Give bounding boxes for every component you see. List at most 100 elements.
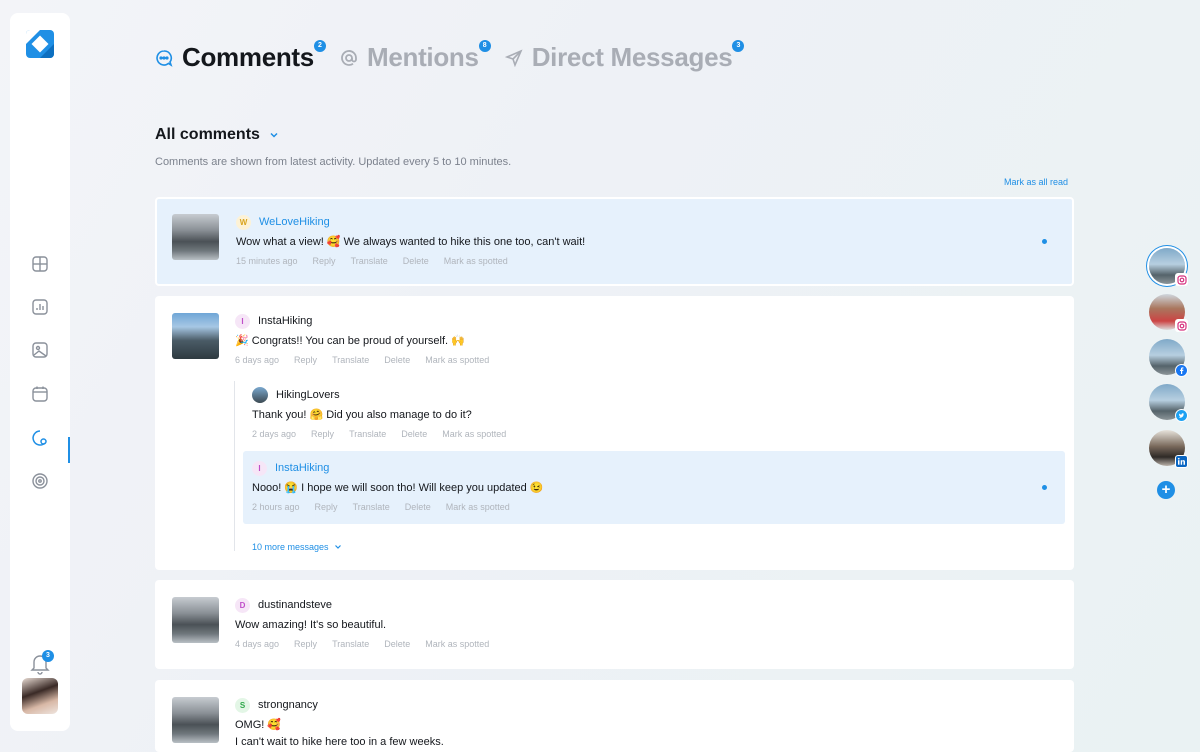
tab-label: Mentions xyxy=(366,42,479,72)
translate-button[interactable]: Translate xyxy=(349,429,386,439)
reply-button[interactable]: Reply xyxy=(294,355,317,365)
dashboard-icon[interactable] xyxy=(30,254,50,274)
reply-button[interactable]: Reply xyxy=(311,429,334,439)
comment-filter-dropdown[interactable]: All comments xyxy=(155,126,279,144)
thread-line xyxy=(234,381,235,551)
account-instagram-2[interactable] xyxy=(1149,294,1188,332)
send-icon xyxy=(504,48,523,67)
chevron-down-icon xyxy=(270,132,278,138)
author-initial: I xyxy=(252,460,267,476)
comment-card[interactable]: W WeLoveHiking Wow what a view! 🥰 We alw… xyxy=(155,197,1074,286)
notification-badge: 3 xyxy=(42,650,54,662)
comment-time: 4 days ago xyxy=(235,639,280,649)
comment: W WeLoveHiking Wow what a view! 🥰 We alw… xyxy=(236,214,585,266)
comment-card[interactable]: S strongnancy OMG! 🥰 I can't wait to hik… xyxy=(155,680,1074,752)
twitter-icon xyxy=(1175,409,1188,422)
sidebar: 3 xyxy=(10,13,70,731)
app-logo[interactable] xyxy=(26,30,54,58)
account-instagram-1[interactable] xyxy=(1149,248,1188,286)
facebook-icon xyxy=(1175,364,1188,377)
tab-badge: 3 xyxy=(732,40,745,52)
reply-author[interactable]: InstaHiking xyxy=(275,462,329,474)
chevron-down-icon xyxy=(334,545,341,549)
comment-text: Wow amazing! It's so beautiful. xyxy=(235,619,387,631)
mark-spotted-button[interactable]: Mark as spotted xyxy=(444,256,508,266)
mark-spotted-button[interactable]: Mark as spotted xyxy=(425,355,489,365)
at-icon xyxy=(340,49,358,67)
comment-author[interactable]: InstaHiking xyxy=(258,315,312,327)
linkedin-icon xyxy=(1175,455,1188,468)
delete-button[interactable]: Delete xyxy=(405,502,431,512)
add-account-button[interactable]: + xyxy=(1157,481,1175,499)
tab-label: Comments xyxy=(182,42,314,72)
user-avatar[interactable] xyxy=(22,678,58,714)
mark-all-read-link[interactable]: Mark as all read xyxy=(1004,177,1068,187)
translate-button[interactable]: Translate xyxy=(353,502,390,512)
filter-label: All comments xyxy=(155,126,260,143)
comment-card[interactable]: I InstaHiking 🎉 Congrats!! You can be pr… xyxy=(155,296,1074,570)
tab-label: Direct Messages xyxy=(531,42,733,72)
comment: I InstaHiking 🎉 Congrats!! You can be pr… xyxy=(235,313,504,365)
comment-time: 15 minutes ago xyxy=(236,256,298,266)
post-thumbnail[interactable] xyxy=(172,597,219,643)
reply-text: Nooo! 😭 I hope we will soon tho! Will ke… xyxy=(252,482,544,494)
comment: D dustinandsteve Wow amazing! It's so be… xyxy=(235,597,504,649)
comment-author[interactable]: WeLoveHiking xyxy=(259,216,330,228)
comment-time: 6 days ago xyxy=(235,355,280,365)
translate-button[interactable]: Translate xyxy=(332,639,369,649)
instagram-icon xyxy=(1175,319,1188,332)
delete-button[interactable]: Delete xyxy=(384,639,410,649)
analytics-icon[interactable] xyxy=(30,297,50,317)
tab-comments[interactable]: Comments 2 xyxy=(155,40,326,73)
tab-bar: Comments 2 Mentions 8 Direct Messages 3 xyxy=(155,40,758,73)
delete-button[interactable]: Delete xyxy=(401,429,427,439)
reply-author[interactable]: HikingLovers xyxy=(276,389,340,401)
reply-button[interactable]: Reply xyxy=(315,502,338,512)
update-info: Comments are shown from latest activity.… xyxy=(155,156,512,168)
account-linkedin[interactable] xyxy=(1149,430,1188,468)
tab-badge: 2 xyxy=(313,40,326,52)
comment-author[interactable]: dustinandsteve xyxy=(258,599,332,611)
tab-mentions[interactable]: Mentions 8 xyxy=(340,40,491,73)
comment-text-line2: I can't wait to hike here too in a few w… xyxy=(235,736,444,748)
post-thumbnail[interactable] xyxy=(172,313,219,359)
account-twitter[interactable] xyxy=(1149,384,1188,422)
reply: HikingLovers Thank you! 🤗 Did you also m… xyxy=(252,387,521,439)
more-messages-link[interactable]: 10 more messages xyxy=(252,542,342,552)
listening-icon[interactable] xyxy=(30,471,50,491)
media-icon[interactable] xyxy=(30,340,50,360)
reply: I InstaHiking Nooo! 😭 I hope we will soo… xyxy=(252,460,544,512)
translate-button[interactable]: Translate xyxy=(351,256,388,266)
unread-dot xyxy=(1042,239,1047,244)
author-initial: D xyxy=(235,597,250,613)
reply-button[interactable]: Reply xyxy=(313,256,336,266)
author-initial: S xyxy=(235,697,250,713)
author-initial: I xyxy=(235,313,250,329)
author-initial: W xyxy=(236,214,251,230)
delete-button[interactable]: Delete xyxy=(384,355,410,365)
more-messages-label: 10 more messages xyxy=(252,542,329,552)
calendar-icon[interactable] xyxy=(30,384,50,404)
comment: S strongnancy OMG! 🥰 I can't wait to hik… xyxy=(235,697,444,749)
post-thumbnail[interactable] xyxy=(172,697,219,743)
mark-spotted-button[interactable]: Mark as spotted xyxy=(446,502,510,512)
chat-bubble-icon xyxy=(155,49,173,67)
account-facebook[interactable] xyxy=(1149,339,1188,377)
instagram-icon xyxy=(1175,273,1188,286)
post-thumbnail[interactable] xyxy=(172,214,219,260)
delete-button[interactable]: Delete xyxy=(403,256,429,266)
comment-text: 🎉 Congrats!! You can be proud of yoursel… xyxy=(235,335,465,347)
mark-spotted-button[interactable]: Mark as spotted xyxy=(425,639,489,649)
tab-direct-messages[interactable]: Direct Messages 3 xyxy=(504,40,745,73)
reply-button[interactable]: Reply xyxy=(294,639,317,649)
comment-card[interactable]: D dustinandsteve Wow amazing! It's so be… xyxy=(155,580,1074,669)
reply-time: 2 days ago xyxy=(252,429,297,439)
active-nav-indicator xyxy=(68,437,70,463)
comment-author[interactable]: strongnancy xyxy=(258,699,318,711)
engagement-icon[interactable] xyxy=(30,428,50,448)
mark-spotted-button[interactable]: Mark as spotted xyxy=(442,429,506,439)
unread-dot xyxy=(1042,485,1047,490)
reply-text: Thank you! 🤗 Did you also manage to do i… xyxy=(252,409,472,421)
comment-text: OMG! 🥰 xyxy=(235,719,282,731)
translate-button[interactable]: Translate xyxy=(332,355,369,365)
